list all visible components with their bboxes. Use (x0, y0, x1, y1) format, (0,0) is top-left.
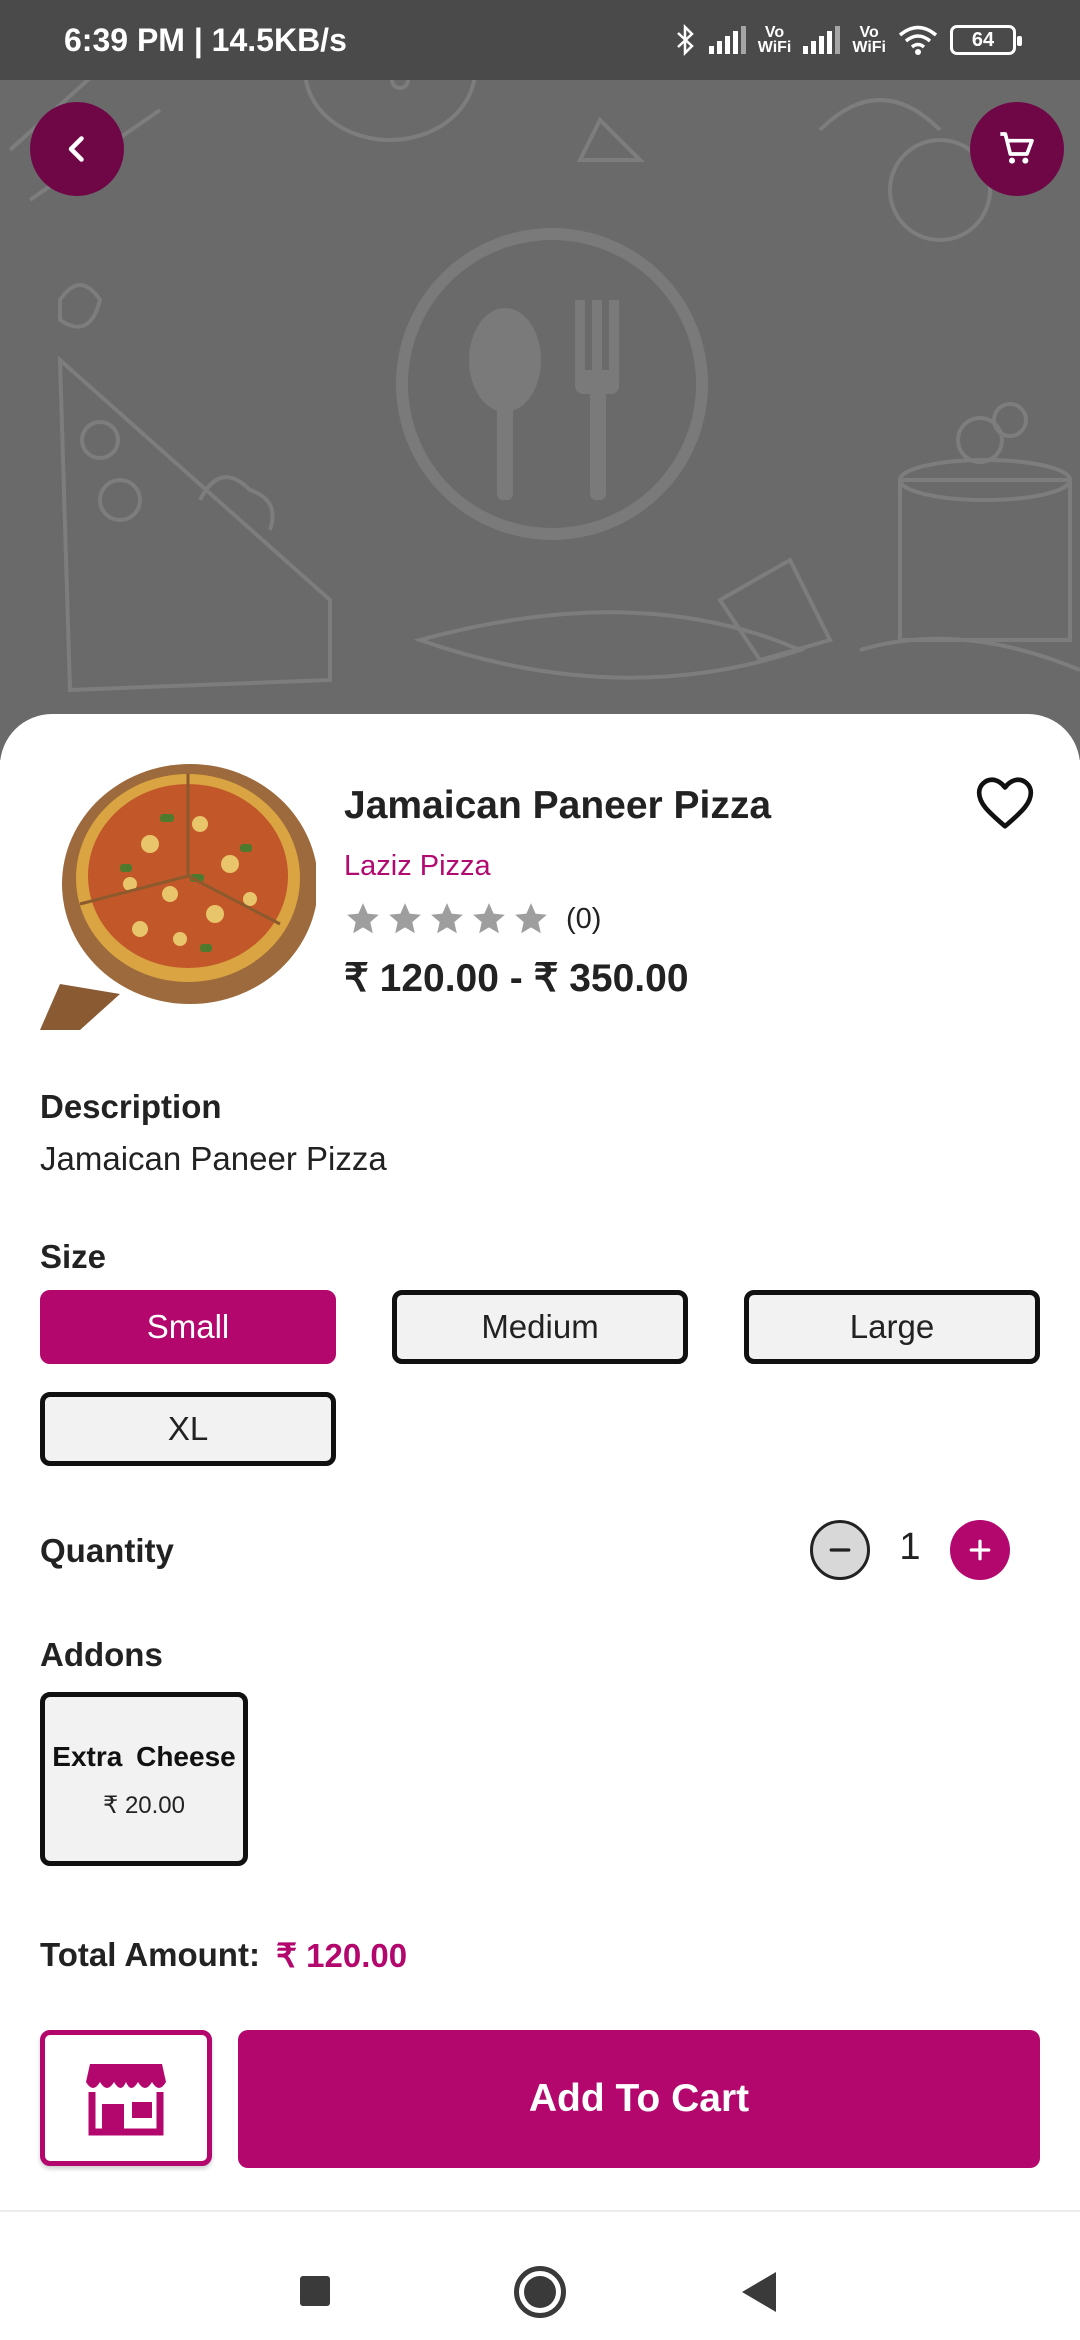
home-button[interactable] (514, 2266, 566, 2318)
status-icons: Vo WiFi Vo WiFi 64 (675, 24, 1022, 56)
minus-icon (829, 1548, 851, 1552)
size-option-medium[interactable]: Medium (392, 1290, 688, 1364)
size-option-large[interactable]: Large (744, 1290, 1040, 1364)
storefront-icon (86, 2064, 166, 2136)
description-text: Jamaican Paneer Pizza (40, 1140, 387, 1177)
star-icon (473, 903, 505, 934)
total-amount-label: Total Amount: (40, 1936, 260, 1973)
rating-count: (0) (566, 902, 602, 935)
total-amount-value: ₹ 120.00 (276, 1937, 408, 1974)
add-to-cart-button[interactable]: Add To Cart (238, 2030, 1040, 2168)
heart-outline-icon[interactable] (974, 772, 1036, 834)
signal-icon (708, 26, 746, 54)
vowifi-indicator: Vo WiFi (757, 24, 792, 56)
battery-icon: 64 (950, 25, 1022, 55)
star-icon (389, 903, 421, 934)
pizza-illustration (40, 754, 316, 1030)
size-label: Size (40, 1238, 107, 1275)
quantity-value: 1 (899, 1526, 921, 1568)
size-option-small[interactable]: Small (40, 1290, 336, 1364)
recents-button[interactable] (300, 2276, 330, 2306)
star-icon (431, 903, 463, 934)
rating-stars: (0) (344, 900, 601, 938)
food-pattern-background (8, 0, 1080, 693)
product-name: Jamaican Paneer Pizza (344, 784, 772, 827)
visit-store-button[interactable] (40, 2030, 212, 2166)
back-button[interactable] (30, 102, 124, 196)
quantity-label: Quantity (40, 1532, 174, 1569)
signal-icon-2 (803, 26, 841, 54)
star-icon (347, 903, 379, 934)
vowifi-indicator-2: Vo WiFi (852, 24, 886, 56)
system-navigation-bar (0, 2210, 1080, 2340)
addon-item[interactable]: Extra Cheese ₹ 20.00 (40, 1692, 248, 1866)
cart-button[interactable] (970, 102, 1064, 196)
home-circle-icon (524, 2276, 556, 2308)
addon-name: Extra Cheese (52, 1741, 236, 1772)
description-label: Description (40, 1088, 222, 1125)
price-range: ₹ 120.00 - ₹ 350.00 (344, 957, 689, 1000)
bluetooth-icon (676, 24, 694, 56)
addons-label: Addons (40, 1636, 163, 1673)
status-time-speed: 6:39 PM | 14.5KB/s (64, 21, 347, 58)
quantity-decrease-button[interactable] (810, 1520, 870, 1580)
wifi-icon (898, 25, 938, 55)
addon-price: ₹ 20.00 (103, 1792, 185, 1819)
plus-icon (969, 1539, 991, 1561)
star-icon (515, 903, 547, 934)
hero-banner (0, 0, 1080, 760)
back-nav-button[interactable] (742, 2272, 776, 2312)
product-detail-sheet: Jamaican Paneer Pizza Laziz Pizza (0) ₹ … (0, 714, 1080, 2210)
chevron-left-icon (68, 136, 84, 162)
size-option-xl[interactable]: XL (40, 1392, 336, 1466)
product-image (40, 754, 316, 1030)
quantity-increase-button[interactable] (950, 1520, 1010, 1580)
shopping-cart-icon (1000, 132, 1034, 164)
status-bar: 6:39 PM | 14.5KB/s Vo WiFi Vo WiFi 64 (0, 0, 1080, 80)
store-name[interactable]: Laziz Pizza (344, 850, 491, 883)
